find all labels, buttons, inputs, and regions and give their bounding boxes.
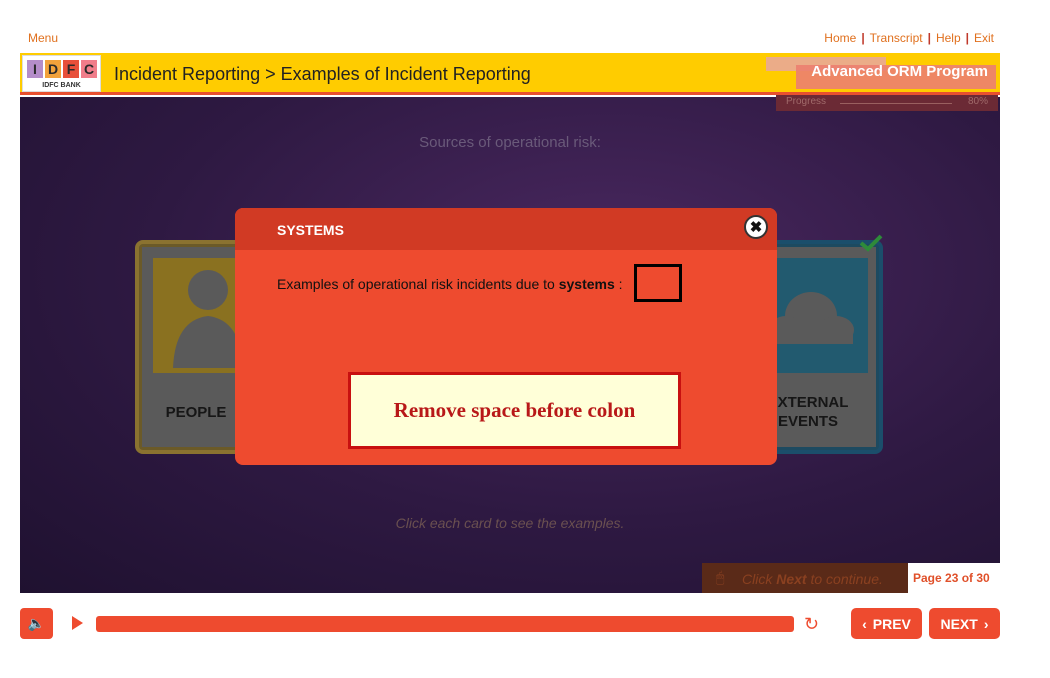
menu-link[interactable]: Menu <box>28 31 58 45</box>
progress-indicator: Progress 80% <box>776 95 998 111</box>
logo-letter: D <box>45 60 61 78</box>
popup-title: SYSTEMS <box>277 222 344 238</box>
review-annotation: Remove space before colon <box>348 372 681 449</box>
logo-letter: C <box>81 60 97 78</box>
popup-text-bold: systems <box>558 276 615 292</box>
top-links: Home | Transcript | Help | Exit <box>824 31 994 45</box>
popup-text-prefix: Examples of operational risk incidents d… <box>277 276 559 292</box>
annotation-text: Remove space before colon <box>393 398 636 422</box>
popup-body: Examples of operational risk incidents d… <box>277 276 623 292</box>
player-controls: 🔈 ↻ ‹ PREV NEXT › <box>20 608 1000 640</box>
page-title: Incident Reporting > Examples of Inciden… <box>114 64 531 84</box>
replay-icon[interactable]: ↻ <box>804 614 819 635</box>
popup-text-suffix: : <box>614 276 623 292</box>
transcript-link[interactable]: Transcript <box>870 31 923 45</box>
logo-letter: I <box>27 60 43 78</box>
continue-suffix: to continue. <box>806 571 883 587</box>
mouse-icon: 🖱 <box>716 569 725 585</box>
page-counter: Page 23 of 30 <box>908 563 1000 593</box>
logo-letter: F <box>63 60 79 78</box>
idfc-logo: I D F C IDFC BANK <box>22 55 101 92</box>
seek-bar[interactable] <box>96 616 794 632</box>
check-icon <box>859 234 883 257</box>
continue-next-word: Next <box>776 571 807 587</box>
exit-link[interactable]: Exit <box>974 31 994 45</box>
link-separator: | <box>927 31 931 45</box>
volume-icon[interactable]: 🔈 <box>20 608 53 639</box>
play-icon[interactable] <box>72 616 83 630</box>
close-icon[interactable]: ✖ <box>744 215 768 239</box>
home-link[interactable]: Home <box>824 31 856 45</box>
program-banner: Advanced ORM Program <box>766 57 996 89</box>
prev-label: PREV <box>872 615 911 632</box>
progress-label: Progress <box>786 96 827 107</box>
course-header: I D F C IDFC BANK Incident Reporting > E… <box>20 53 1000 95</box>
program-title: Advanced ORM Program <box>811 63 988 80</box>
prev-button[interactable]: ‹ PREV <box>851 608 922 639</box>
continue-prefix: Click <box>742 571 777 587</box>
highlight-box <box>634 264 682 302</box>
continue-hint: 🖱 Click Next to continue. <box>702 563 908 593</box>
instruction-hint: Click each card to see the examples. <box>395 515 625 531</box>
chevron-right-icon: › <box>983 615 989 632</box>
logo-subtitle: IDFC BANK <box>42 82 81 89</box>
progress-percent: 80% <box>967 96 988 107</box>
help-link[interactable]: Help <box>936 31 961 45</box>
next-button[interactable]: NEXT › <box>929 608 1000 639</box>
chevron-left-icon: ‹ <box>862 615 867 632</box>
link-separator: | <box>965 31 969 45</box>
popup-header: SYSTEMS ✖ <box>235 208 777 250</box>
sources-heading: Sources of operational risk: <box>419 134 601 151</box>
link-separator: | <box>861 31 865 45</box>
next-label: NEXT <box>940 615 978 632</box>
